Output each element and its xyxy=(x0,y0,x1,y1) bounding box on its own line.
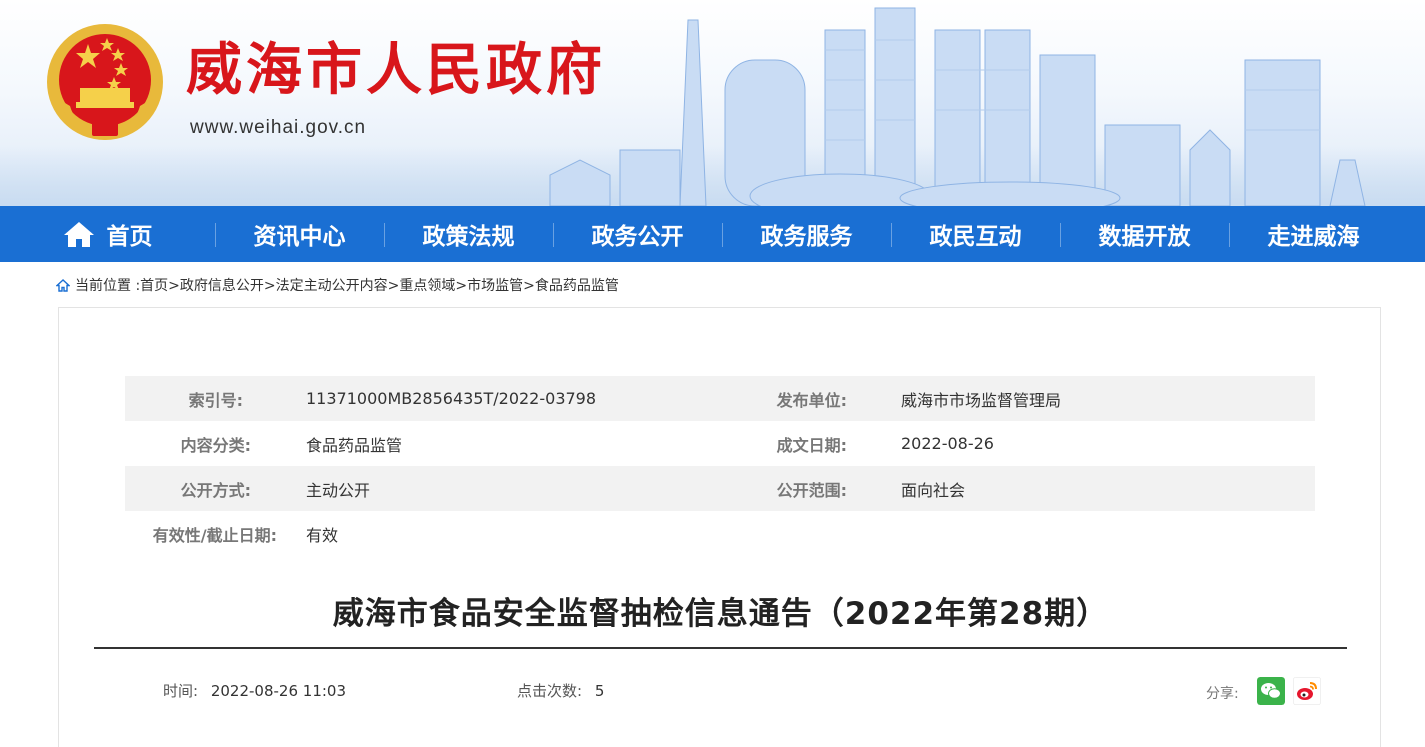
time-label: 时间: xyxy=(163,682,199,700)
nav-item-policy[interactable]: 政策法规 xyxy=(384,206,553,262)
category-value: 食品药品监管 xyxy=(306,435,403,455)
share-label: 分享: xyxy=(1206,686,1239,702)
nav-item-label: 政务公开 xyxy=(591,224,684,250)
click-count: 点击次数: 5 xyxy=(517,680,604,701)
city-skyline-illustration xyxy=(549,7,1366,206)
method-label: 公开方式: xyxy=(180,480,251,500)
scope-label: 公开范围: xyxy=(776,480,847,500)
article-title: 威海市食品安全监督抽检信息通告（2022年第28期） xyxy=(332,596,1109,632)
nav-item-services[interactable]: 政务服务 xyxy=(722,206,891,262)
nav-item-news[interactable]: 资讯中心 xyxy=(215,206,384,262)
date-value: 2022-08-26 xyxy=(901,434,994,453)
date-label: 成文日期: xyxy=(776,435,847,455)
national-emblem-icon[interactable] xyxy=(44,22,166,146)
publish-time: 时间: 2022-08-26 11:03 xyxy=(163,680,346,701)
wechat-icon[interactable] xyxy=(1257,677,1285,705)
info-table: 索引号: 11371000MB2856435T/2022-03798 发布单位:… xyxy=(125,376,1315,556)
validity-value: 有效 xyxy=(306,525,339,545)
publisher-label: 发布单位: xyxy=(776,390,847,410)
info-row: 索引号: 11371000MB2856435T/2022-03798 发布单位:… xyxy=(125,376,1315,421)
article-container: 索引号: 11371000MB2856435T/2022-03798 发布单位:… xyxy=(58,307,1381,747)
info-row: 内容分类: 食品药品监管 成文日期: 2022-08-26 xyxy=(125,421,1315,466)
nav-item-interaction[interactable]: 政民互动 xyxy=(891,206,1060,262)
category-label: 内容分类: xyxy=(180,435,251,455)
nav-item-label: 走进威海 xyxy=(1267,224,1360,250)
nav-item-label: 政民互动 xyxy=(929,224,1022,250)
publisher-value: 威海市市场监督管理局 xyxy=(901,390,1062,410)
breadcrumb-item-key-areas[interactable]: 重点领域> xyxy=(399,275,467,295)
breadcrumb: 当前位置 : 首页> 政府信息公开> 法定主动公开内容> 重点领域> 市场监管>… xyxy=(56,274,619,296)
nav-item-label: 资讯中心 xyxy=(253,224,346,250)
nav-item-open-data[interactable]: 数据开放 xyxy=(1060,206,1229,262)
breadcrumb-item-home[interactable]: 首页> xyxy=(140,275,180,295)
nav-item-label: 政策法规 xyxy=(422,224,515,250)
index-value: 11371000MB2856435T/2022-03798 xyxy=(306,389,597,408)
time-value: 2022-08-26 11:03 xyxy=(210,682,347,700)
scope-value: 面向社会 xyxy=(901,480,966,500)
info-row: 公开方式: 主动公开 公开范围: 面向社会 xyxy=(125,466,1315,511)
nav-item-gov-affairs[interactable]: 政务公开 xyxy=(553,206,722,262)
main-nav: 首页 资讯中心 政策法规 政务公开 政务服务 政民互动 数据开放 走进威海 xyxy=(0,206,1425,262)
nav-item-home[interactable]: 首页 xyxy=(0,206,215,262)
home-icon xyxy=(56,278,70,292)
nav-item-label: 首页 xyxy=(106,224,153,250)
home-icon xyxy=(63,222,94,247)
index-label: 索引号: xyxy=(188,390,243,410)
breadcrumb-item-statutory[interactable]: 法定主动公开内容> xyxy=(276,275,400,295)
info-row: 有效性/截止日期: 有效 xyxy=(125,511,1315,556)
nav-item-about-weihai[interactable]: 走进威海 xyxy=(1229,206,1398,262)
validity-label: 有效性/截止日期: xyxy=(152,525,277,545)
header-banner: 威海市人民政府 www.weihai.gov.cn xyxy=(0,0,1425,206)
nav-item-label: 政务服务 xyxy=(760,224,853,250)
breadcrumb-prefix: 当前位置 : xyxy=(75,278,141,294)
breadcrumb-item-market[interactable]: 市场监管> xyxy=(467,275,535,295)
nav-item-label: 数据开放 xyxy=(1098,224,1191,250)
title-divider xyxy=(94,647,1347,649)
method-value: 主动公开 xyxy=(306,480,371,500)
clicks-value: 5 xyxy=(594,682,605,700)
breadcrumb-item-food-drug[interactable]: 食品药品监管 xyxy=(535,275,619,295)
breadcrumb-item-gov-info[interactable]: 政府信息公开> xyxy=(180,275,276,295)
clicks-label: 点击次数: xyxy=(517,682,583,700)
weibo-icon[interactable] xyxy=(1293,677,1321,705)
site-url[interactable]: www.weihai.gov.cn xyxy=(190,117,366,139)
